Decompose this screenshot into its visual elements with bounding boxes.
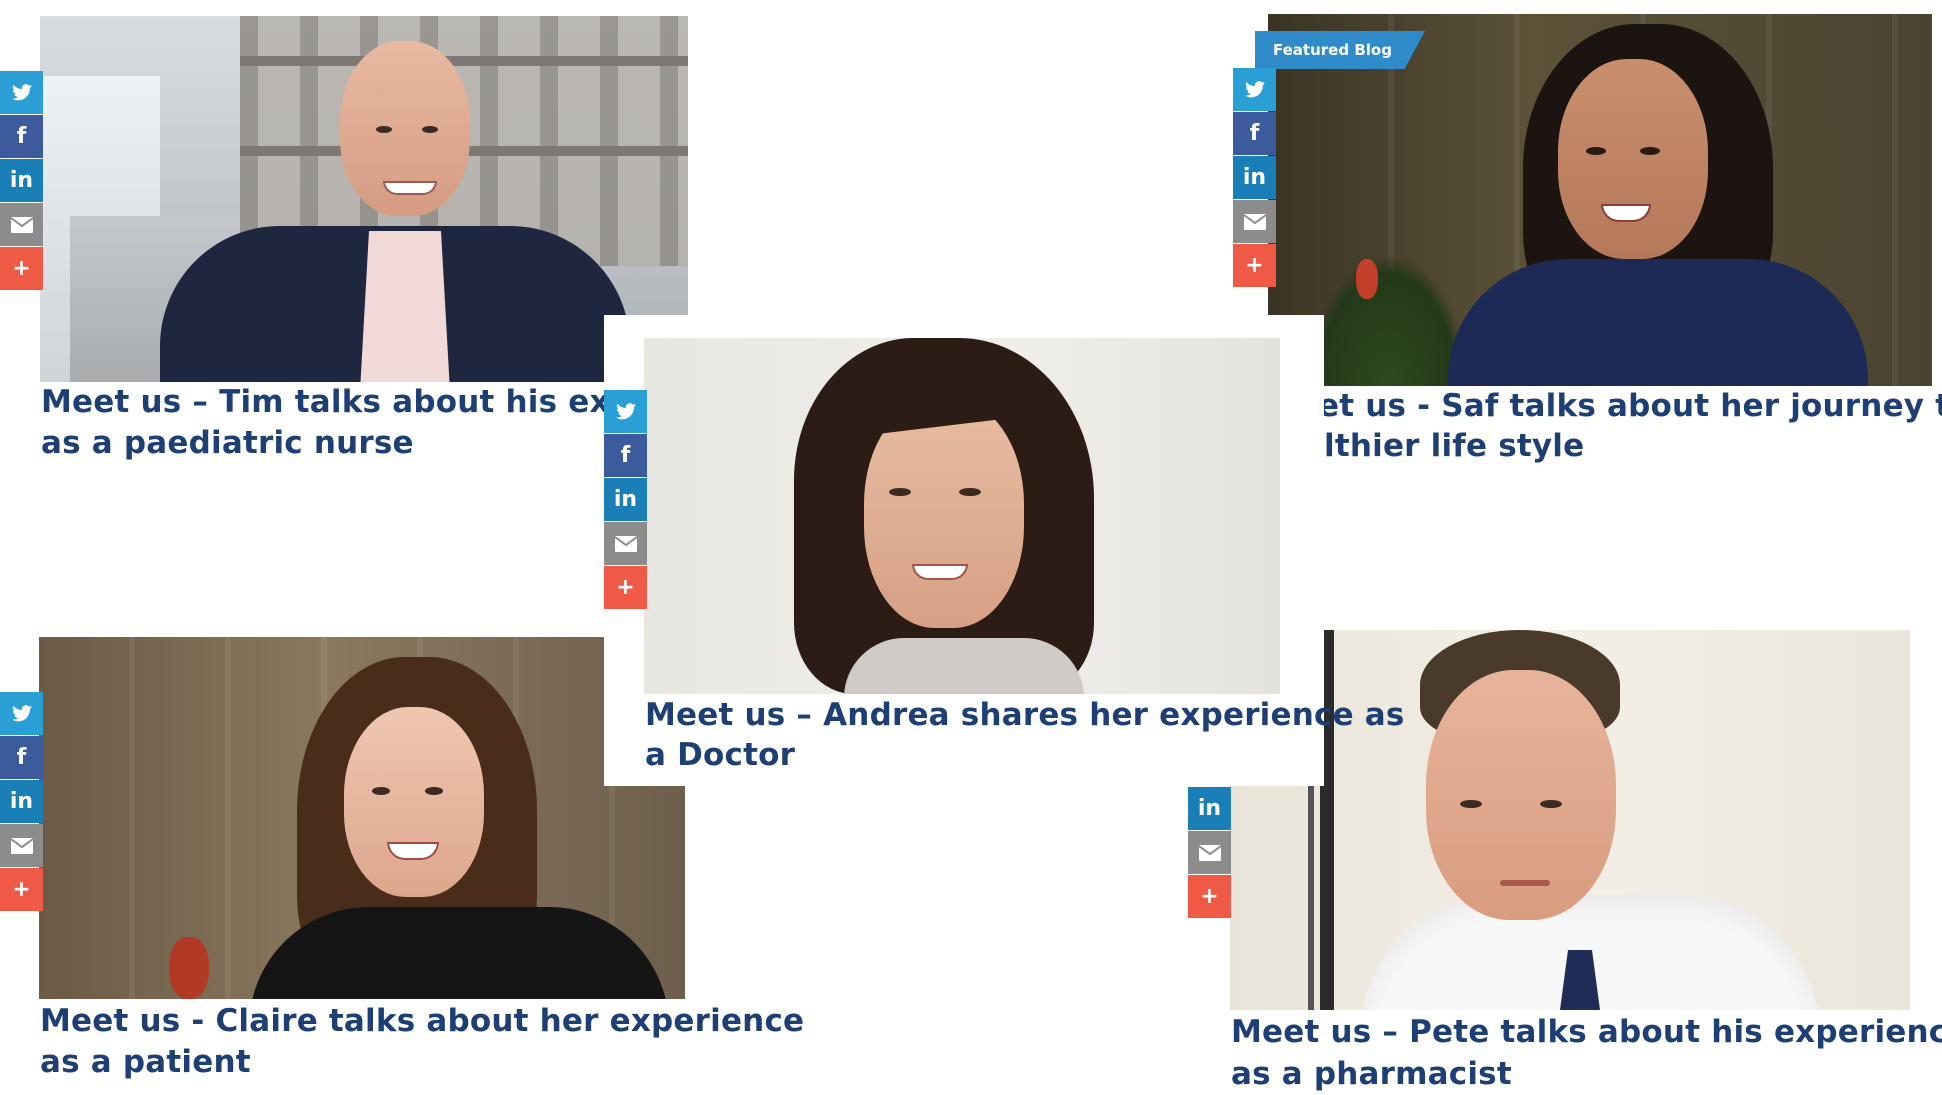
blog-card-saf[interactable]: et us - Saf talks about her journey to a… — [1268, 14, 1942, 474]
linkedin-icon[interactable]: in — [0, 780, 43, 823]
saf-title-line-2[interactable]: lthier life style — [1324, 426, 1584, 467]
linkedin-icon[interactable]: in — [1188, 787, 1231, 830]
share-bar-tim: f in + — [0, 71, 43, 291]
twitter-icon[interactable] — [604, 390, 647, 433]
facebook-icon[interactable]: f — [0, 115, 43, 158]
share-bar-claire: f in + — [0, 692, 43, 912]
plus-icon[interactable]: + — [1188, 875, 1231, 918]
claire-title-line-2[interactable]: as a patient — [40, 1042, 251, 1083]
share-bar-pete: in + — [1188, 787, 1231, 919]
twitter-icon[interactable] — [1233, 68, 1276, 111]
saf-photo[interactable] — [1268, 14, 1932, 386]
facebook-icon[interactable]: f — [1233, 112, 1276, 155]
email-icon[interactable] — [0, 824, 43, 867]
share-bar-saf: f in + — [1233, 68, 1276, 288]
plus-icon[interactable]: + — [0, 868, 43, 911]
blog-card-andrea[interactable]: Meet us – Andrea shares her experience a… — [604, 315, 1404, 786]
andrea-title-line-2[interactable]: a Doctor — [645, 735, 795, 776]
linkedin-icon[interactable]: in — [1233, 156, 1276, 199]
claire-photo[interactable] — [39, 637, 685, 999]
twitter-icon[interactable] — [0, 692, 43, 735]
tim-title-line-2[interactable]: as a paediatric nurse — [41, 423, 414, 464]
andrea-title-line-1[interactable]: Meet us – Andrea shares her experience a… — [645, 695, 1405, 736]
email-icon[interactable] — [1188, 831, 1231, 874]
linkedin-icon[interactable]: in — [604, 478, 647, 521]
pete-title-line-2[interactable]: as a pharmacist — [1231, 1054, 1512, 1095]
featured-blog-badge: Featured Blog — [1255, 31, 1425, 69]
claire-title-line-1[interactable]: Meet us - Claire talks about her experie… — [40, 1001, 804, 1042]
plus-icon[interactable]: + — [604, 566, 647, 609]
linkedin-icon[interactable]: in — [0, 159, 43, 202]
saf-title-line-1[interactable]: et us - Saf talks about her journey to a — [1318, 386, 1942, 427]
tim-title-line-1[interactable]: Meet us – Tim talks about his experi — [41, 382, 680, 423]
plus-icon[interactable]: + — [1233, 244, 1276, 287]
pete-photo[interactable] — [1230, 630, 1910, 1010]
facebook-icon[interactable]: f — [0, 736, 43, 779]
plus-icon[interactable]: + — [0, 247, 43, 290]
blog-card-tim[interactable]: Meet us – Tim talks about his experi as … — [40, 16, 690, 476]
pete-title-line-1[interactable]: Meet us – Pete talks about his experienc… — [1231, 1012, 1942, 1053]
twitter-icon[interactable] — [0, 71, 43, 114]
email-icon[interactable] — [0, 203, 43, 246]
email-icon[interactable] — [604, 522, 647, 565]
share-bar-andrea: f in + — [604, 390, 647, 610]
tim-photo[interactable] — [40, 16, 688, 382]
facebook-icon[interactable]: f — [604, 434, 647, 477]
andrea-photo[interactable] — [644, 338, 1280, 694]
email-icon[interactable] — [1233, 200, 1276, 243]
